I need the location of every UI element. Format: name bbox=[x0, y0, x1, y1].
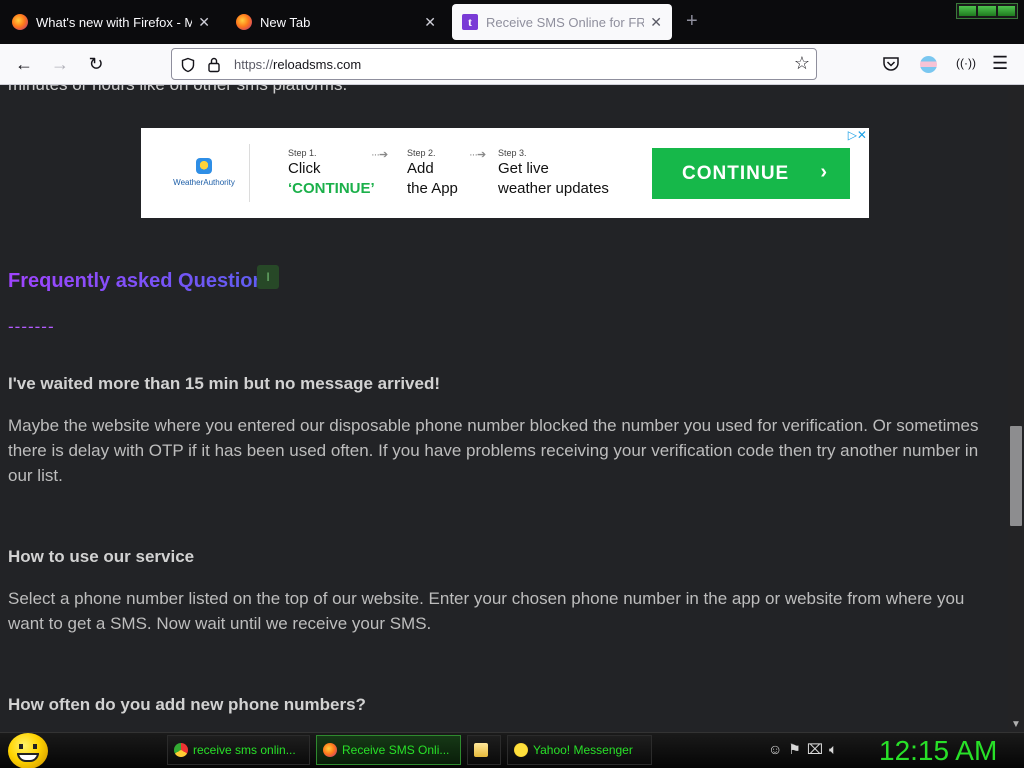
ad-step-label: Step 1. bbox=[288, 148, 317, 158]
pocket-icon[interactable] bbox=[882, 56, 900, 73]
faq-question: How to use our service bbox=[8, 547, 195, 566]
reload-icon[interactable]: ↻ bbox=[86, 54, 106, 74]
action-center-flag-icon[interactable]: ⚑ bbox=[788, 741, 801, 758]
tab-new-tab[interactable]: New Tab ✕ bbox=[226, 4, 446, 40]
ad-step-line: the App bbox=[407, 180, 458, 197]
tab-receive-sms[interactable]: t Receive SMS Online for FREE ✕ bbox=[452, 4, 672, 40]
weather-logo-icon bbox=[196, 158, 212, 174]
tab-title: What's new with Firefox - More bbox=[36, 14, 193, 30]
ad-step-line: Click bbox=[288, 160, 321, 177]
taskbar: receive sms onlin... Receive SMS Onli...… bbox=[0, 732, 1024, 768]
scrollbar-thumb[interactable] bbox=[1010, 426, 1022, 526]
new-tab-button[interactable]: + bbox=[686, 11, 698, 31]
close-tab-icon[interactable]: ✕ bbox=[198, 14, 210, 31]
faq-divider: ------- bbox=[8, 317, 55, 336]
url-text: https://reloadsms.com bbox=[234, 57, 361, 72]
taskbar-item-chrome[interactable]: receive sms onlin... bbox=[167, 735, 310, 765]
text-cursor-icon: I bbox=[257, 265, 279, 289]
taskbar-item-yahoo-messenger[interactable]: Yahoo! Messenger bbox=[507, 735, 652, 765]
tab-whats-new[interactable]: What's new with Firefox - More ✕ bbox=[2, 4, 220, 40]
ad-step-3: Step 3. Get live weather updates bbox=[498, 148, 609, 198]
firefox-icon bbox=[236, 14, 252, 30]
dotted-arrow-icon: ···➔ bbox=[469, 149, 486, 161]
taskbar-item-label: receive sms onlin... bbox=[193, 743, 296, 757]
tab-title: New Tab bbox=[260, 14, 311, 30]
navigation-bar: ← → ↻ https://reloadsms.com ☆ ((·)) ☰ bbox=[0, 44, 1024, 85]
ad-choices-icon[interactable]: ▷✕ bbox=[848, 128, 867, 142]
back-arrow-icon[interactable]: ← bbox=[14, 54, 34, 74]
start-smiley-icon[interactable] bbox=[8, 733, 48, 768]
ad-brand-name: WeatherAuthority bbox=[173, 178, 235, 187]
taskbar-item-firefox[interactable]: Receive SMS Onli... bbox=[316, 735, 461, 765]
messenger-status-icon[interactable]: ☺ bbox=[768, 741, 782, 758]
ad-continue-label: CONTINUE bbox=[682, 162, 790, 184]
account-avatar-icon[interactable] bbox=[920, 56, 937, 73]
ad-divider bbox=[249, 144, 250, 202]
scroll-down-arrow-icon[interactable]: ▼ bbox=[1011, 719, 1021, 730]
ad-step-line: Add bbox=[407, 160, 434, 177]
lock-icon[interactable] bbox=[207, 56, 221, 73]
faq-answer: Select a phone number listed on the top … bbox=[8, 589, 965, 633]
folder-icon bbox=[474, 743, 488, 757]
taskbar-item-label: Receive SMS Onli... bbox=[342, 743, 450, 757]
ad-step-2: Step 2. Add the App bbox=[407, 148, 458, 198]
cut-off-paragraph: minutes or hours like on other sms platf… bbox=[8, 85, 347, 95]
taskbar-clock[interactable]: 12:15 AM bbox=[879, 735, 997, 767]
network-icon[interactable]: ⌧ bbox=[807, 741, 823, 758]
yahoo-messenger-icon bbox=[514, 743, 528, 757]
ad-step-1: Step 1. Click ‘CONTINUE’ bbox=[288, 148, 375, 198]
firefox-icon bbox=[323, 743, 337, 757]
firefox-icon bbox=[12, 14, 28, 30]
bookmark-star-icon[interactable]: ☆ bbox=[794, 53, 810, 74]
web-page: minutes or hours like on other sms platf… bbox=[0, 85, 1008, 732]
faq-answer: Maybe the website where you entered our … bbox=[8, 416, 979, 485]
faq-question: I've waited more than 15 min but no mess… bbox=[8, 374, 441, 393]
taskbar-item-label: Yahoo! Messenger bbox=[533, 743, 633, 757]
url-host: reloadsms.com bbox=[273, 57, 362, 72]
tab-title: Receive SMS Online for FREE bbox=[486, 14, 645, 30]
faq-heading: Frequently asked Questions bbox=[8, 270, 276, 292]
tab-strip: What's new with Firefox - More ✕ New Tab… bbox=[0, 0, 1024, 44]
shield-icon[interactable] bbox=[180, 57, 196, 73]
volume-icon[interactable]: 🔈︎ bbox=[829, 741, 837, 758]
window-controls[interactable] bbox=[956, 3, 1018, 19]
screen: What's new with Firefox - More ✕ New Tab… bbox=[0, 0, 1024, 768]
extension-icon[interactable]: ((·)) bbox=[956, 56, 976, 70]
url-bar[interactable]: https://reloadsms.com ☆ bbox=[171, 48, 817, 80]
close-tab-icon[interactable]: ✕ bbox=[424, 14, 436, 31]
ad-brand: WeatherAuthority bbox=[159, 158, 249, 187]
chrome-icon bbox=[174, 743, 188, 757]
ad-step-label: Step 3. bbox=[498, 148, 527, 158]
t-site-icon: t bbox=[462, 14, 478, 30]
chevron-right-icon: › bbox=[820, 161, 828, 183]
faq-question: How often do you add new phone numbers? bbox=[8, 695, 366, 714]
menu-hamburger-icon[interactable]: ☰ bbox=[992, 53, 1008, 74]
forward-arrow-icon[interactable]: → bbox=[50, 54, 70, 74]
system-tray: ☺ ⚑ ⌧ 🔈︎ bbox=[768, 741, 837, 758]
vertical-scrollbar[interactable]: ▼ bbox=[1008, 85, 1024, 732]
dotted-arrow-icon: ···➔ bbox=[371, 149, 388, 161]
advertisement-banner[interactable]: WeatherAuthority Step 1. Click ‘CONTINUE… bbox=[141, 128, 869, 218]
url-prefix: https:// bbox=[234, 57, 274, 72]
ad-step-line: weather updates bbox=[498, 180, 609, 197]
close-tab-icon[interactable]: ✕ bbox=[650, 14, 662, 31]
ad-step-line: Get live bbox=[498, 160, 549, 177]
ad-continue-button[interactable]: CONTINUE › bbox=[652, 148, 850, 199]
ad-step-label: Step 2. bbox=[407, 148, 436, 158]
taskbar-item-folder[interactable] bbox=[467, 735, 501, 765]
ad-step-line: ‘CONTINUE’ bbox=[288, 180, 375, 197]
